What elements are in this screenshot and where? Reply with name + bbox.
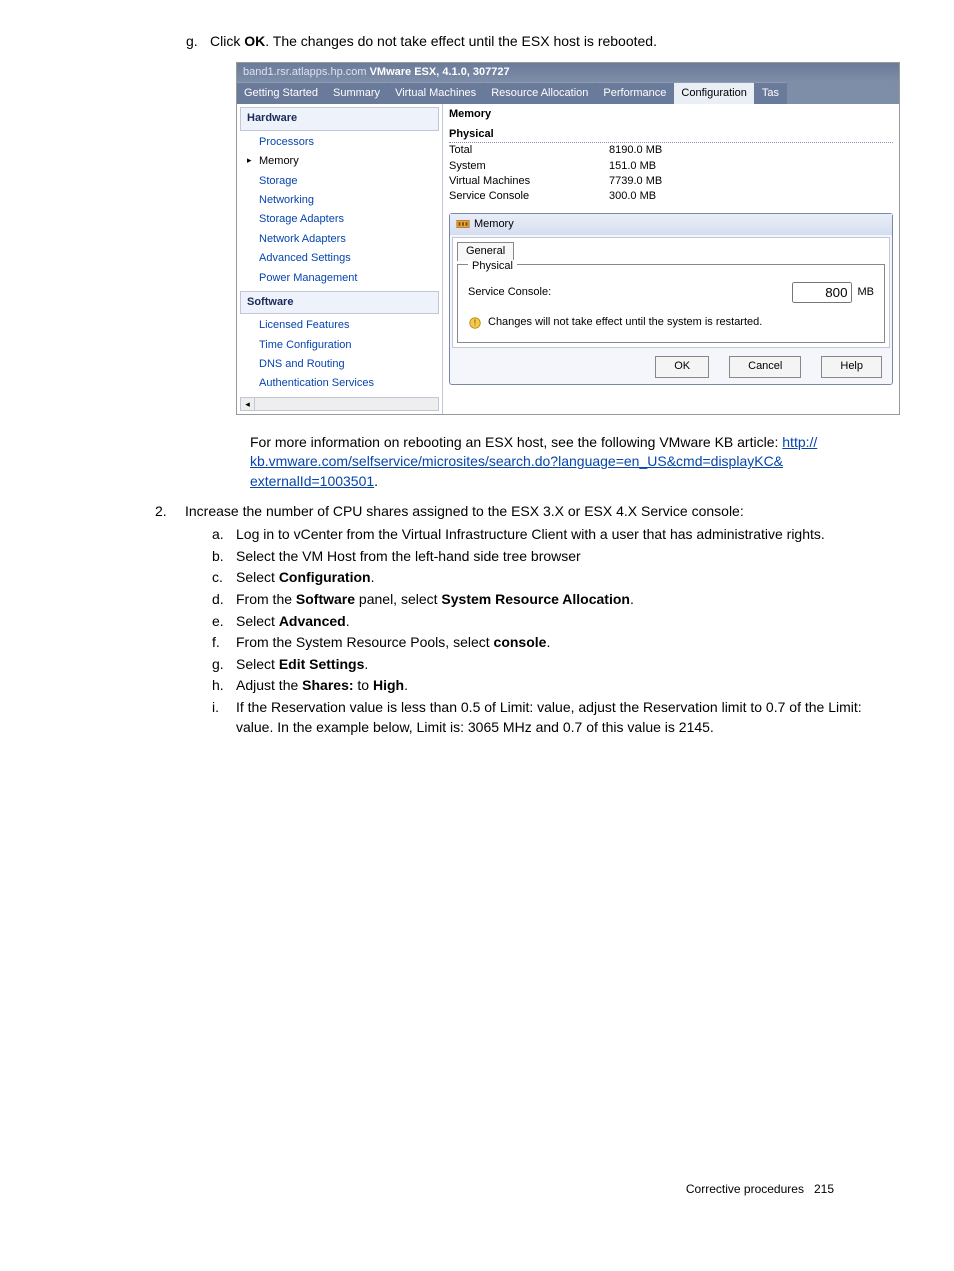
substep: h.Adjust the Shares: to High.: [212, 676, 894, 696]
sidebar-item-authentication-services[interactable]: Authentication Services: [237, 374, 442, 393]
sidebar-item-network-adapters[interactable]: Network Adapters: [237, 230, 442, 249]
memory-row: Virtual Machines7739.0 MB: [449, 174, 893, 189]
substeps: a.Log in to vCenter from the Virtual Inf…: [212, 525, 894, 737]
kb-link-3[interactable]: externalId=1003501: [250, 473, 374, 489]
svg-text:!: !: [474, 318, 476, 327]
sidebar-item-power-management[interactable]: Power Management: [237, 269, 442, 288]
cancel-button[interactable]: Cancel: [729, 356, 801, 377]
kb-link[interactable]: http://: [782, 434, 817, 450]
unit-label: MB: [858, 285, 875, 300]
window-title: VMware ESX, 4.1.0, 307727: [370, 66, 510, 78]
host-name: band1.rsr.atlapps.hp.com: [243, 66, 367, 78]
fieldset-legend: Physical: [468, 260, 517, 272]
sidebar-item-processors[interactable]: Processors: [237, 133, 442, 152]
substep: e.Select Advanced.: [212, 612, 894, 632]
memory-rows: Total8190.0 MBSystem151.0 MBVirtual Mach…: [449, 143, 893, 205]
dialog-title: Memory: [474, 217, 514, 232]
tab-bar: Getting StartedSummaryVirtual MachinesRe…: [237, 82, 899, 104]
substep: c.Select Configuration.: [212, 568, 894, 588]
help-button[interactable]: Help: [821, 356, 882, 377]
step-letter: g.: [186, 32, 210, 52]
kb-paragraph: For more information on rebooting an ESX…: [250, 433, 894, 492]
hardware-list: ProcessorsMemoryStorageNetworkingStorage…: [237, 133, 442, 288]
service-console-input[interactable]: [792, 282, 852, 303]
memory-row: Total8190.0 MB: [449, 143, 893, 158]
sidebar-item-networking[interactable]: Networking: [237, 191, 442, 210]
step-text: Increase the number of CPU shares assign…: [185, 502, 744, 522]
tab-performance[interactable]: Performance: [596, 82, 674, 104]
ok-button[interactable]: OK: [655, 356, 709, 377]
software-list: Licensed FeaturesTime ConfigurationDNS a…: [237, 316, 442, 394]
substep: i.If the Reservation value is less than …: [212, 698, 894, 737]
tab-summary[interactable]: Summary: [326, 82, 388, 104]
substep: b.Select the VM Host from the left-hand …: [212, 547, 894, 567]
tab-getting-started[interactable]: Getting Started: [237, 82, 326, 104]
substep: f.From the System Resource Pools, select…: [212, 633, 894, 653]
step-g-row: g. Click OK. The changes do not take eff…: [186, 32, 894, 52]
sidebar-item-advanced-settings[interactable]: Advanced Settings: [237, 249, 442, 268]
dialog-title-bar: Memory: [450, 214, 892, 235]
hardware-heading: Hardware: [240, 107, 439, 130]
horizontal-scrollbar[interactable]: ◂: [240, 397, 439, 411]
left-panel: Hardware ProcessorsMemoryStorageNetworki…: [237, 104, 443, 413]
tab-resource-allocation[interactable]: Resource Allocation: [484, 82, 596, 104]
substep: g.Select Edit Settings.: [212, 655, 894, 675]
dialog-body: General Physical Service Console: MB ! C…: [452, 237, 890, 348]
step-text: Click OK. The changes do not take effect…: [210, 33, 657, 49]
content-panel: Memory Physical Total8190.0 MBSystem151.…: [443, 104, 899, 413]
window-titlebar: band1.rsr.atlapps.hp.com VMware ESX, 4.1…: [237, 63, 899, 82]
service-console-label: Service Console:: [468, 285, 786, 300]
tab-configuration[interactable]: Configuration: [674, 82, 754, 104]
substep: d.From the Software panel, select System…: [212, 590, 894, 610]
physical-heading: Physical: [449, 127, 893, 143]
memory-row: Service Console300.0 MB: [449, 189, 893, 204]
kb-link-2[interactable]: kb.vmware.com/selfservice/microsites/sea…: [250, 453, 783, 469]
tab-virtual-machines[interactable]: Virtual Machines: [388, 82, 484, 104]
physical-fieldset: Physical Service Console: MB ! Changes w…: [457, 264, 885, 344]
step-number: 2.: [155, 502, 185, 522]
software-heading: Software: [240, 291, 439, 314]
tab-tas[interactable]: Tas: [755, 82, 787, 104]
vsphere-screenshot: band1.rsr.atlapps.hp.com VMware ESX, 4.1…: [236, 62, 900, 415]
page-footer: Corrective procedures 215: [686, 1181, 834, 1198]
dialog-buttons: OK Cancel Help: [450, 350, 892, 383]
memory-row: System151.0 MB: [449, 159, 893, 174]
scroll-left-icon[interactable]: ◂: [241, 398, 255, 411]
memory-dialog: Memory General Physical Service Console:…: [449, 213, 893, 385]
memory-heading: Memory: [449, 107, 893, 122]
memory-icon: [456, 217, 470, 231]
sidebar-item-time-configuration[interactable]: Time Configuration: [237, 336, 442, 355]
sidebar-item-licensed-features[interactable]: Licensed Features: [237, 316, 442, 335]
sidebar-item-storage-adapters[interactable]: Storage Adapters: [237, 210, 442, 229]
sidebar-item-storage[interactable]: Storage: [237, 172, 442, 191]
warning-text: Changes will not take effect until the s…: [488, 315, 762, 330]
sidebar-item-memory[interactable]: Memory: [237, 152, 442, 171]
step-2: 2. Increase the number of CPU shares ass…: [155, 502, 894, 522]
sidebar-item-dns-and-routing[interactable]: DNS and Routing: [237, 355, 442, 374]
tab-general[interactable]: General: [457, 242, 514, 260]
warning-icon: !: [468, 316, 482, 330]
substep: a.Log in to vCenter from the Virtual Inf…: [212, 525, 894, 545]
